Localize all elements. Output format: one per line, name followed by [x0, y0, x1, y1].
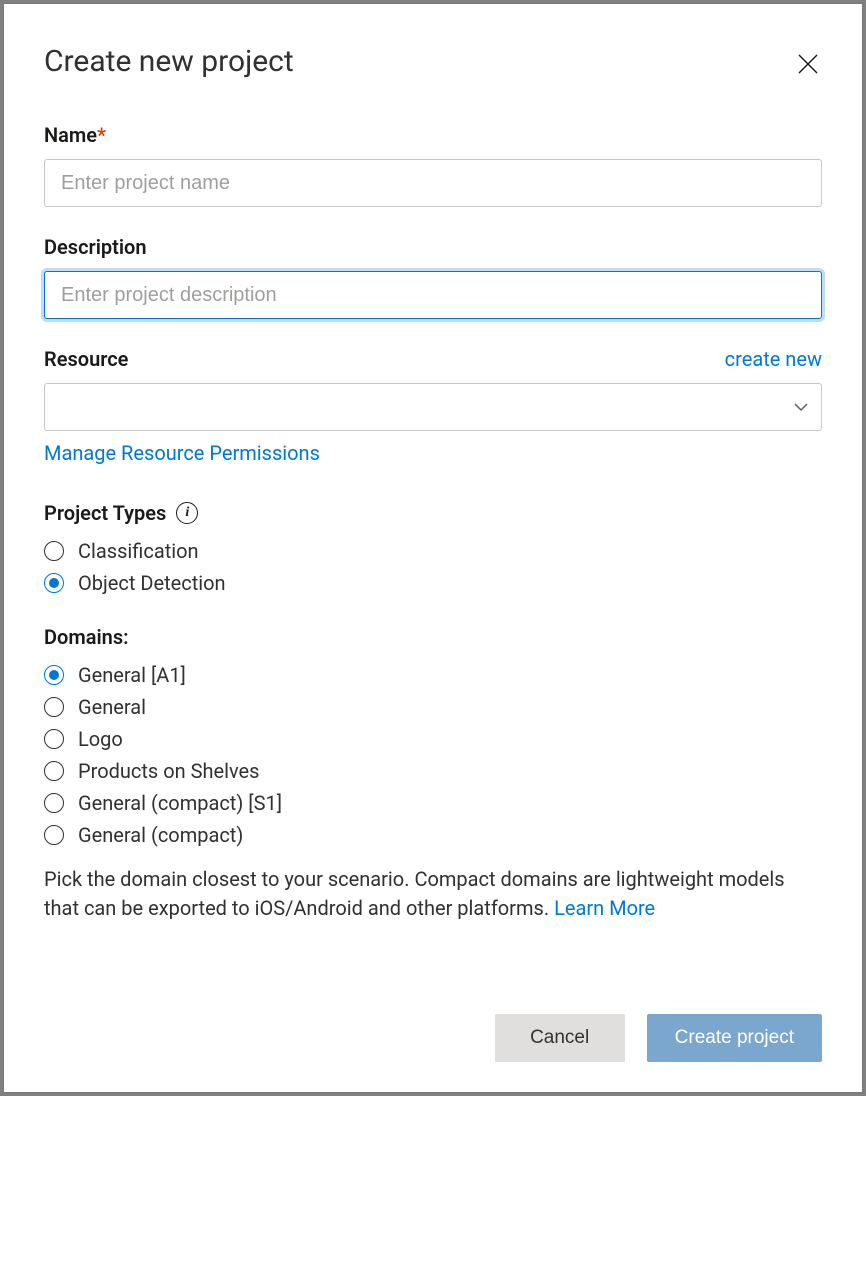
- project-types-label: Project Types: [44, 501, 166, 525]
- radio-dot: [49, 578, 59, 588]
- name-input[interactable]: [44, 159, 822, 207]
- info-icon[interactable]: i: [176, 502, 198, 524]
- project-type-radio[interactable]: Classification: [44, 539, 822, 563]
- radio-label: General [A1]: [78, 663, 186, 687]
- modal-footer: Cancel Create project: [495, 1014, 822, 1062]
- description-field-block: Description: [44, 235, 822, 319]
- domains-label: Domains:: [44, 625, 822, 649]
- domain-radio[interactable]: General: [44, 695, 822, 719]
- radio-circle: [44, 729, 64, 749]
- resource-field-block: Resource create new Manage Resource Perm…: [44, 347, 822, 465]
- radio-circle: [44, 665, 64, 685]
- project-types-block: Project Types i Classification Object Det…: [44, 501, 822, 595]
- close-icon: [796, 52, 820, 76]
- radio-label: Object Detection: [78, 571, 226, 595]
- create-project-modal: Create new project Name* Description Res…: [4, 4, 862, 1092]
- domains-radio-group: General [A1] General Logo Products on Shelv…: [44, 663, 822, 847]
- resource-select[interactable]: [44, 383, 822, 431]
- radio-label: Classification: [78, 539, 199, 563]
- domain-radio[interactable]: General (compact): [44, 823, 822, 847]
- required-asterisk: *: [97, 123, 106, 147]
- radio-circle: [44, 793, 64, 813]
- description-input[interactable]: [44, 271, 822, 319]
- radio-label: Logo: [78, 727, 123, 751]
- radio-dot: [49, 670, 59, 680]
- create-project-button[interactable]: Create project: [647, 1014, 822, 1062]
- name-label-text: Name: [44, 123, 97, 147]
- radio-label: General (compact): [78, 823, 243, 847]
- radio-circle: [44, 825, 64, 845]
- domain-radio[interactable]: General (compact) [S1]: [44, 791, 822, 815]
- modal-title: Create new project: [44, 44, 822, 79]
- radio-circle: [44, 761, 64, 781]
- radio-circle: [44, 573, 64, 593]
- project-types-radio-group: Classification Object Detection: [44, 539, 822, 595]
- radio-label: General: [78, 695, 146, 719]
- manage-resource-permissions-link[interactable]: Manage Resource Permissions: [44, 441, 320, 465]
- domains-block: Domains: General [A1] General Logo Products…: [44, 625, 822, 923]
- close-button[interactable]: [788, 44, 828, 84]
- resource-label: Resource: [44, 347, 128, 371]
- radio-label: General (compact) [S1]: [78, 791, 282, 815]
- radio-circle: [44, 697, 64, 717]
- domain-radio[interactable]: Logo: [44, 727, 822, 751]
- name-label: Name*: [44, 123, 822, 147]
- learn-more-link[interactable]: Learn More: [554, 896, 655, 920]
- cancel-button[interactable]: Cancel: [495, 1014, 625, 1062]
- domain-radio[interactable]: General [A1]: [44, 663, 822, 687]
- radio-circle: [44, 541, 64, 561]
- domain-help-text: Pick the domain closest to your scenario…: [44, 865, 822, 923]
- domain-radio[interactable]: Products on Shelves: [44, 759, 822, 783]
- create-new-resource-link[interactable]: create new: [725, 347, 822, 371]
- domain-help-text-content: Pick the domain closest to your scenario…: [44, 867, 785, 920]
- radio-label: Products on Shelves: [78, 759, 259, 783]
- name-field-block: Name*: [44, 123, 822, 207]
- description-label: Description: [44, 235, 822, 259]
- project-type-radio[interactable]: Object Detection: [44, 571, 822, 595]
